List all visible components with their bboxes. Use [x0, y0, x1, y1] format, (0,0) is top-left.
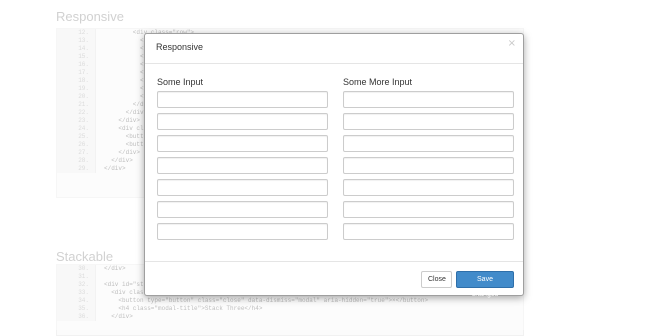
close-icon[interactable]: × [508, 38, 516, 49]
some-input-input-field[interactable] [157, 201, 328, 218]
some-more-input-input-field[interactable] [343, 91, 514, 108]
right-fields-group [343, 91, 514, 240]
left-fields-group [157, 91, 328, 240]
some-more-input-input-field[interactable] [343, 113, 514, 130]
some-input-input-field[interactable] [157, 157, 328, 174]
some-input-input-field[interactable] [157, 135, 328, 152]
input-column-left: Some Input [157, 75, 328, 245]
modal-footer: Close Save changes [145, 261, 523, 298]
some-more-input-input-field[interactable] [343, 201, 514, 218]
responsive-modal: Responsive × Some Input Some More Input … [144, 33, 524, 298]
some-more-input-input-field[interactable] [343, 157, 514, 174]
close-button[interactable]: Close [421, 271, 452, 288]
some-more-input-input-field[interactable] [343, 135, 514, 152]
some-more-input-input-field[interactable] [343, 223, 514, 240]
input-column-right: Some More Input [343, 75, 514, 245]
some-input-input-field[interactable] [157, 223, 328, 240]
some-more-input-input-field[interactable] [343, 179, 514, 196]
save-changes-button[interactable]: Save changes [456, 271, 514, 298]
modal-header: Responsive × [145, 34, 523, 64]
some-input-input-field[interactable] [157, 113, 328, 130]
some-input-input-field[interactable] [157, 179, 328, 196]
some-more-input-label: Some More Input [343, 77, 413, 87]
modal-title: Responsive [156, 42, 204, 52]
some-input-label: Some Input [157, 77, 204, 87]
some-input-input-field[interactable] [157, 91, 328, 108]
